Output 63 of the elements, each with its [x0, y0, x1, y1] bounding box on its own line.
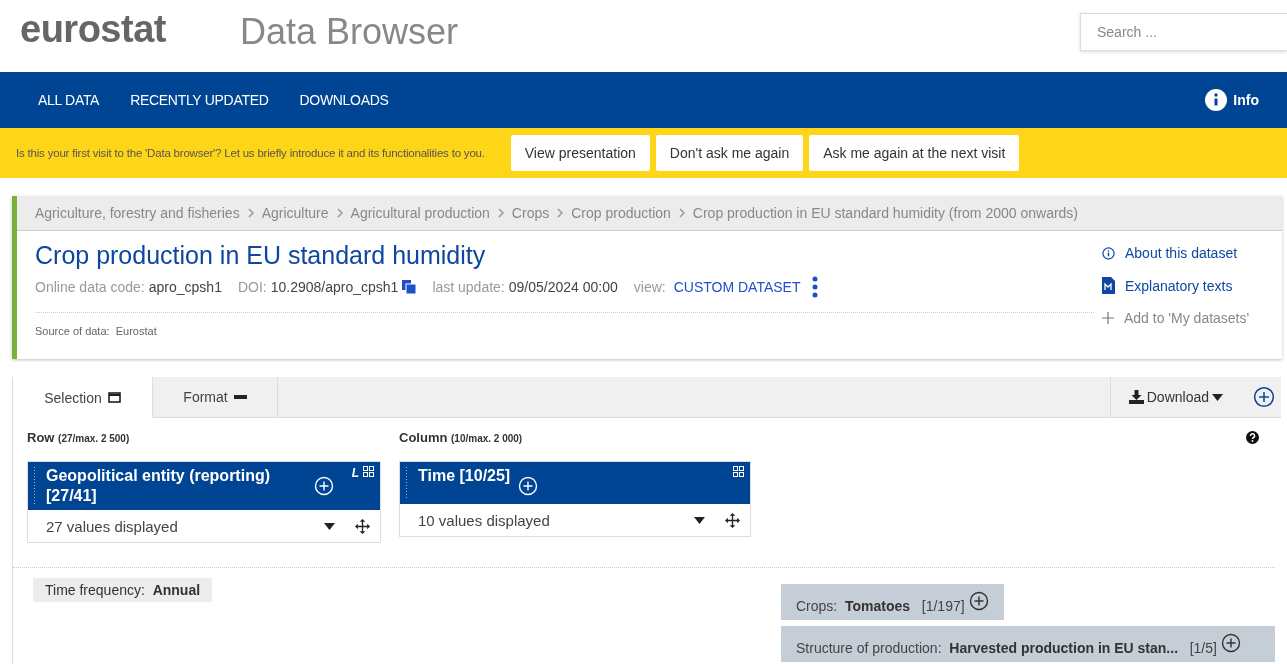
caret-icon[interactable]	[324, 522, 335, 530]
meta-label: last update:	[432, 279, 505, 295]
more-icon[interactable]	[812, 276, 819, 298]
download-icon	[1128, 390, 1144, 404]
meta-value: 09/05/2024 00:00	[508, 279, 618, 295]
chevron-icon	[557, 208, 564, 218]
info-icon	[1102, 246, 1115, 260]
dimension-title: Geopolitical entity (reporting) [27/41]	[46, 466, 271, 506]
values-dropdown[interactable]: 10 values displayed	[418, 511, 674, 529]
chevron-icon	[497, 208, 504, 218]
document-icon	[1102, 277, 1115, 294]
filter-chip: Structure of production: Harvested production in EU stan... [1/5]	[781, 626, 1275, 662]
nav-link[interactable]: RECENTLY UPDATED	[130, 92, 269, 108]
notice-button[interactable]: View presentation	[510, 135, 650, 171]
plus-icon[interactable]	[968, 591, 989, 611]
move-icon[interactable]	[355, 518, 370, 534]
grid-icon[interactable]	[363, 466, 374, 477]
dataset-link[interactable]: About this dataset	[1102, 245, 1282, 261]
column-heading: Column (10/max. 2 000)	[399, 430, 524, 445]
row-heading: Row (27/max. 2 500)	[27, 430, 131, 445]
layout-mark: L	[351, 466, 359, 480]
app-title: Data Browser	[239, 11, 458, 53]
meta-label: Online data code:	[35, 279, 145, 295]
info-icon	[1205, 89, 1228, 111]
chevron-icon	[678, 208, 685, 218]
chevron-icon	[336, 208, 343, 218]
chevron-icon	[247, 208, 254, 218]
help-icon[interactable]	[1246, 431, 1259, 444]
plus-icon[interactable]	[1220, 633, 1241, 653]
view-link[interactable]: CUSTOM DATASET	[673, 279, 801, 295]
notice-button[interactable]: Don't ask me again	[655, 135, 804, 171]
nav-link[interactable]: ALL DATA	[38, 92, 100, 108]
logo[interactable]: eurostat	[20, 7, 166, 51]
values-dropdown[interactable]: 27 values displayed	[46, 517, 304, 535]
minimize-icon	[233, 395, 247, 399]
drag-handle[interactable]	[33, 466, 37, 506]
search-field[interactable]: Search ...	[1080, 13, 1287, 51]
nav-link[interactable]: DOWNLOADS	[299, 92, 389, 108]
notice-button[interactable]: Ask me again at the next visit	[809, 135, 1020, 171]
dataset-link[interactable]: Explanatory texts	[1102, 277, 1282, 294]
drag-handle[interactable]	[405, 466, 409, 500]
meta-value: 10.2908/apro_cpsh1	[270, 279, 399, 295]
copy-icon[interactable]	[402, 280, 417, 294]
meta-label: DOI:	[237, 279, 267, 295]
move-icon[interactable]	[725, 512, 740, 528]
dataset-link[interactable]: Add to 'My datasets'	[1102, 310, 1282, 326]
filter-chip: Crops: Tomatoes [1/197]	[781, 584, 1004, 620]
info-link[interactable]: Info	[1205, 89, 1259, 111]
meta-label: view:	[633, 279, 666, 295]
dataset-title: Crop production in EU standard humidity	[35, 241, 487, 270]
meta-value: apro_cpsh1	[148, 279, 222, 295]
caret-icon[interactable]	[694, 516, 705, 524]
grid-icon[interactable]	[733, 466, 744, 477]
source-text: Source of data: Eurostat	[35, 325, 158, 337]
dimension-title: Time [10/25]	[418, 466, 511, 486]
notice-text: Is this your first visit to the 'Data browser'? Let us briefly introduce it and its functionalities to you.	[16, 147, 485, 159]
tab[interactable]: Selection	[13, 377, 153, 418]
plus-icon	[1102, 312, 1114, 324]
window-icon	[107, 392, 121, 403]
caret-icon[interactable]	[1212, 393, 1223, 401]
fixed-dimension-chip: Time frequency: Annual	[33, 578, 213, 602]
plus-icon	[1253, 386, 1275, 408]
download-button[interactable]: Download	[1109, 377, 1241, 417]
